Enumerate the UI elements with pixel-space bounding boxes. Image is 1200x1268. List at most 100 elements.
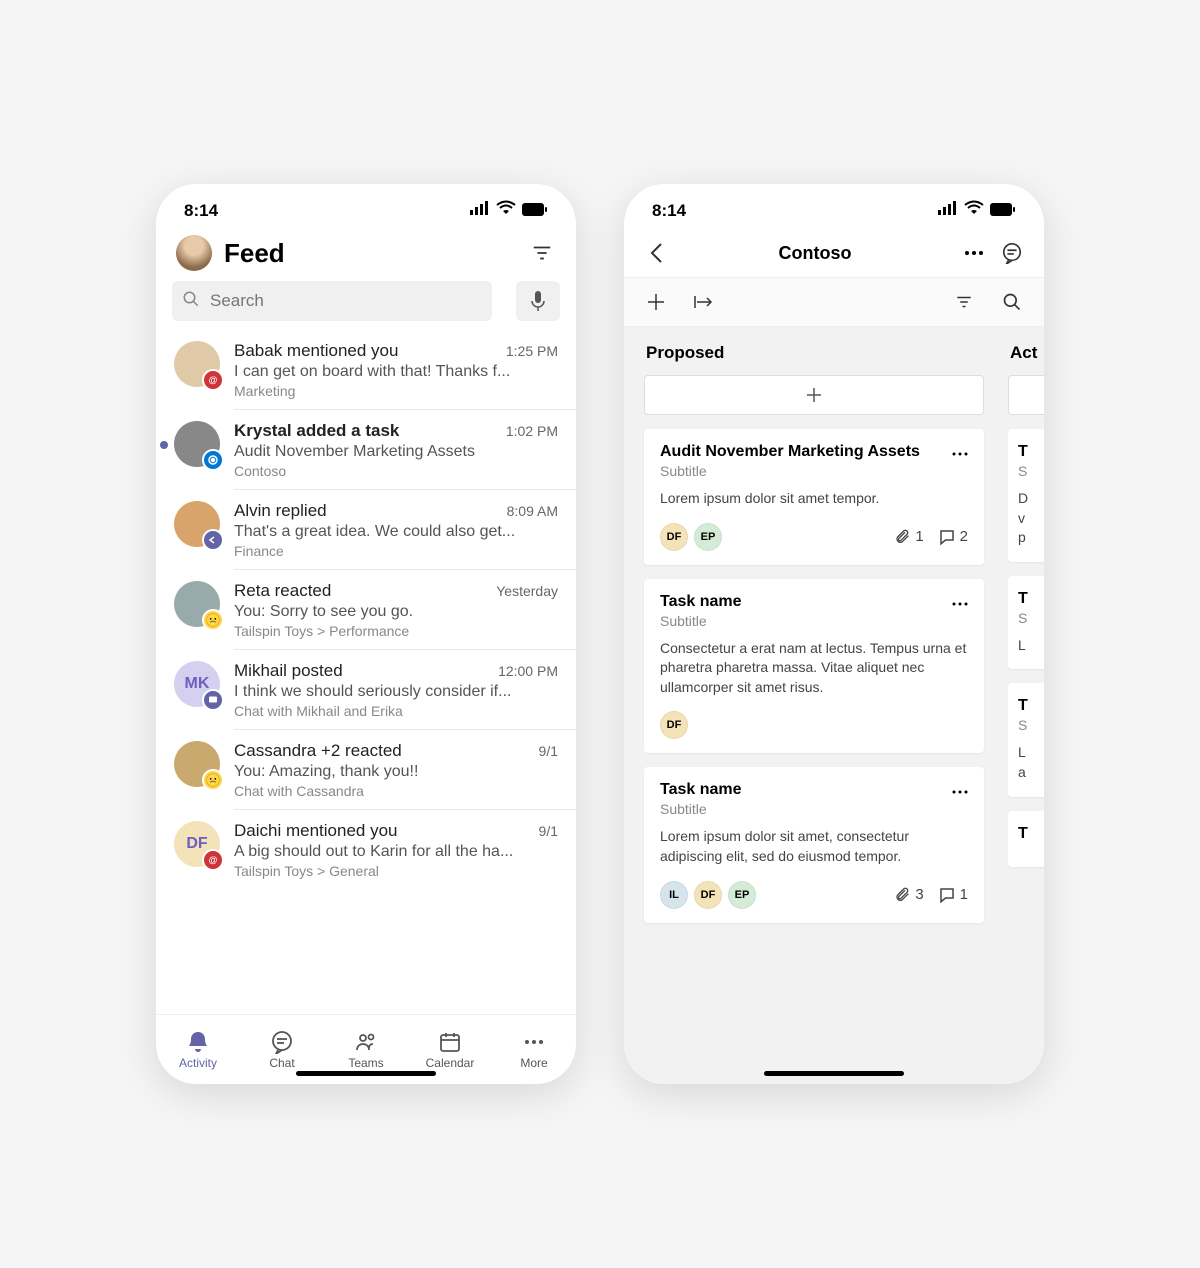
feed-avatar: @ — [174, 341, 220, 387]
feed-item[interactable]: Alvin replied 8:09 AM That's a great idea… — [156, 489, 576, 569]
card-subtitle: Subtitle — [660, 801, 742, 817]
status-icons — [470, 198, 548, 223]
filter-icon[interactable] — [528, 239, 556, 267]
card-title: T — [1018, 825, 1038, 843]
task-card-peek[interactable]: T S L a — [1008, 683, 1044, 796]
cellular-icon — [938, 198, 958, 223]
feed-timestamp: 8:09 AM — [507, 503, 558, 519]
cellular-icon — [470, 198, 490, 223]
more-icon[interactable] — [960, 239, 988, 267]
feed-avatar: DF @ — [174, 821, 220, 867]
feed-item[interactable]: Krystal added a task1:02 PM Audit Novemb… — [156, 409, 576, 489]
home-indicator — [296, 1071, 436, 1076]
feed-item[interactable]: MK Mikhail posted12:00 PM I think we sho… — [156, 649, 576, 729]
card-description: Consectetur a erat nam at lectus. Tempus… — [660, 639, 968, 698]
feed-context: Contoso — [234, 463, 558, 479]
card-more-icon[interactable] — [952, 593, 968, 611]
phone-board: 8:14 Contoso Proposed Audit November Mar… — [624, 184, 1044, 1084]
feed-timestamp: 12:00 PM — [498, 663, 558, 679]
status-bar: 8:14 — [624, 184, 1044, 229]
board-lanes[interactable]: Proposed Audit November Marketing Assets… — [624, 327, 1044, 1084]
add-card-button[interactable] — [1008, 375, 1044, 415]
feed-timestamp: Yesterday — [496, 583, 558, 599]
tab-label: Teams — [348, 1056, 383, 1070]
assignee-chip: DF — [694, 881, 722, 909]
card-title: Task name — [660, 781, 742, 799]
task-card-peek[interactable]: T — [1008, 811, 1044, 867]
task-card[interactable]: Audit November Marketing Assets Subtitle… — [644, 429, 984, 565]
feed-context: Chat with Mikhail and Erika — [234, 703, 558, 719]
feed-title: Cassandra +2 reacted — [234, 741, 402, 761]
feed-item[interactable]: @ Babak mentioned you1:25 PM I can get o… — [156, 329, 576, 409]
card-subtitle: Subtitle — [660, 463, 920, 479]
feed-title: Babak mentioned you — [234, 341, 398, 361]
attachment-count: 1 — [895, 528, 923, 545]
feed-avatar: MK — [174, 661, 220, 707]
card-more-icon[interactable] — [952, 781, 968, 799]
wifi-icon — [496, 198, 516, 223]
assignee-chip: IL — [660, 881, 688, 909]
svg-text:@: @ — [209, 375, 218, 385]
feed-item[interactable]: Reta reactedYesterday You: Sorry to see … — [156, 569, 576, 649]
battery-icon — [522, 201, 548, 221]
activity-badge-icon — [202, 529, 224, 551]
tab-label: Activity — [179, 1056, 217, 1070]
profile-avatar[interactable] — [176, 235, 212, 271]
feed-preview: That's a great idea. We could also get..… — [234, 523, 558, 541]
feed-preview: I can get on board with that! Thanks f..… — [234, 363, 558, 381]
assignee-chip: DF — [660, 523, 688, 551]
task-card[interactable]: Task name Subtitle Lorem ipsum dolor sit… — [644, 767, 984, 922]
search-icon — [182, 290, 200, 313]
feed-list[interactable]: @ Babak mentioned you1:25 PM I can get o… — [156, 329, 576, 1014]
board-toolbar — [624, 277, 1044, 327]
tab-more[interactable]: More — [492, 1015, 576, 1084]
task-card[interactable]: Task name Subtitle Consectetur a erat na… — [644, 579, 984, 754]
page-title: Feed — [224, 238, 516, 269]
search-bar[interactable] — [172, 281, 492, 321]
feed-preview: I think we should seriously consider if.… — [234, 683, 558, 701]
card-description: D v p — [1018, 489, 1038, 548]
feed-timestamp: 1:02 PM — [506, 423, 558, 439]
board-title: Contoso — [680, 243, 950, 264]
card-description: L a — [1018, 743, 1038, 782]
search-icon[interactable] — [998, 288, 1026, 316]
task-card-peek[interactable]: T S L — [1008, 576, 1044, 670]
feed-preview: You: Sorry to see you go. — [234, 603, 558, 621]
activity-badge-icon: @ — [202, 849, 224, 871]
feed-timestamp: 9/1 — [539, 823, 558, 839]
status-time: 8:14 — [184, 201, 218, 221]
expand-icon[interactable] — [690, 288, 718, 316]
task-card-peek[interactable]: T S D v p — [1008, 429, 1044, 562]
chat-icon[interactable] — [998, 239, 1026, 267]
add-icon[interactable] — [642, 288, 670, 316]
wifi-icon — [964, 198, 984, 223]
filter-icon[interactable] — [950, 288, 978, 316]
tab-activity[interactable]: Activity — [156, 1015, 240, 1084]
search-input[interactable] — [210, 291, 482, 311]
card-title: T — [1018, 697, 1038, 715]
feed-avatar — [174, 741, 220, 787]
add-card-button[interactable] — [644, 375, 984, 415]
feed-context: Finance — [234, 543, 558, 559]
card-title: T — [1018, 590, 1038, 608]
feed-title: Alvin replied — [234, 501, 327, 521]
back-button[interactable] — [642, 239, 670, 267]
activity-badge-icon — [202, 769, 224, 791]
feed-avatar — [174, 501, 220, 547]
card-more-icon[interactable] — [952, 443, 968, 461]
mic-button[interactable] — [516, 281, 560, 321]
status-bar: 8:14 — [156, 184, 576, 229]
column-active-peek[interactable]: Act T S D v pT S LT S L aT — [1008, 343, 1044, 1068]
assignee-chip: EP — [728, 881, 756, 909]
feed-title: Krystal added a task — [234, 421, 399, 441]
card-title: Task name — [660, 593, 742, 611]
phone-feed: 8:14 Feed @ Babak mentioned you1:25 PM I… — [156, 184, 576, 1084]
feed-title: Daichi mentioned you — [234, 821, 397, 841]
feed-item[interactable]: Cassandra +2 reacted9/1 You: Amazing, th… — [156, 729, 576, 809]
tab-label: More — [520, 1056, 547, 1070]
activity-badge-icon — [202, 689, 224, 711]
column-proposed: Proposed Audit November Marketing Assets… — [644, 343, 984, 1068]
activity-badge-icon: @ — [202, 369, 224, 391]
feed-item[interactable]: DF @ Daichi mentioned you9/1 A big shoul… — [156, 809, 576, 889]
feed-timestamp: 9/1 — [539, 743, 558, 759]
